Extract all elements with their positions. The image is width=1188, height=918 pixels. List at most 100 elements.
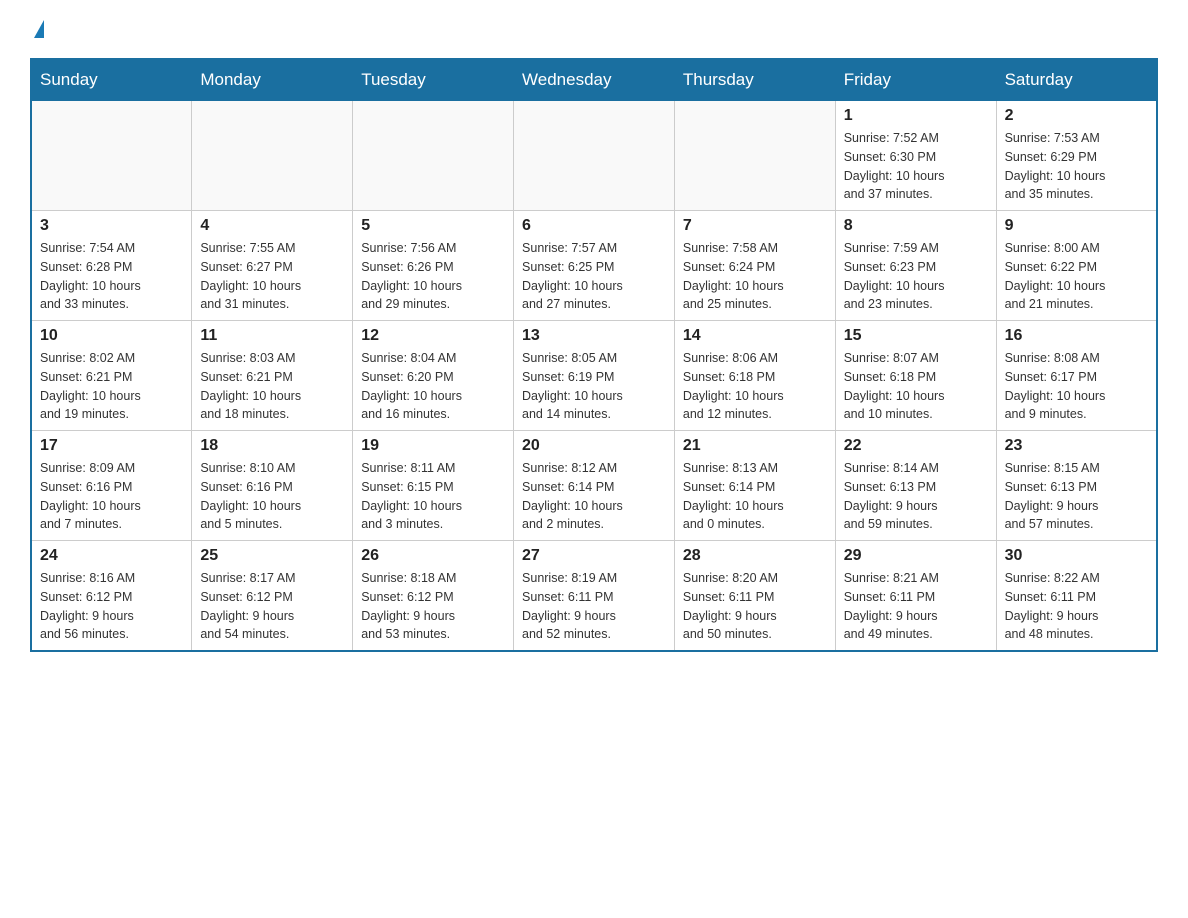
day-info: Sunrise: 7:58 AM Sunset: 6:24 PM Dayligh…: [683, 239, 827, 314]
day-number: 18: [200, 437, 344, 455]
calendar-cell: 25 Sunrise: 8:17 AM Sunset: 6:12 PM Dayli…: [192, 541, 353, 652]
day-number: 1: [844, 107, 988, 125]
calendar-cell: 29 Sunrise: 8:21 AM Sunset: 6:11 PM Dayli…: [835, 541, 996, 652]
day-number: 2: [1005, 107, 1148, 125]
day-info: Sunrise: 8:06 AM Sunset: 6:18 PM Dayligh…: [683, 349, 827, 424]
day-number: 5: [361, 217, 505, 235]
calendar-week-4: 17Sunrise: 8:09 AM Sunset: 6:16 PM Dayli…: [31, 431, 1157, 541]
day-number: 21: [683, 437, 827, 455]
day-number: 9: [1005, 217, 1148, 235]
page-header: [30, 20, 1158, 38]
day-number: 24: [40, 547, 183, 565]
calendar-cell: [31, 101, 192, 211]
day-info: Sunrise: 8:15 AM Sunset: 6:13 PM Dayligh…: [1005, 459, 1148, 534]
day-number: 10: [40, 327, 183, 345]
calendar-cell: 2 Sunrise: 7:53 AM Sunset: 6:29 PM Daylig…: [996, 101, 1157, 211]
day-number: 8: [844, 217, 988, 235]
weekday-header-friday: Friday: [835, 59, 996, 101]
day-info: Sunrise: 8:02 AM Sunset: 6:21 PM Dayligh…: [40, 349, 183, 424]
calendar-cell: 5 Sunrise: 7:56 AM Sunset: 6:26 PM Daylig…: [353, 211, 514, 321]
day-info: Sunrise: 7:56 AM Sunset: 6:26 PM Dayligh…: [361, 239, 505, 314]
day-number: 28: [683, 547, 827, 565]
day-info: Sunrise: 8:11 AM Sunset: 6:15 PM Dayligh…: [361, 459, 505, 534]
calendar-week-3: 10 Sunrise: 8:02 AM Sunset: 6:21 PM Dayli…: [31, 321, 1157, 431]
calendar-cell: 7 Sunrise: 7:58 AM Sunset: 6:24 PM Daylig…: [674, 211, 835, 321]
day-info: Sunrise: 8:03 AM Sunset: 6:21 PM Dayligh…: [200, 349, 344, 424]
day-number: 30: [1005, 547, 1148, 565]
day-info: Sunrise: 8:16 AM Sunset: 6:12 PM Dayligh…: [40, 569, 183, 644]
day-info: Sunrise: 8:22 AM Sunset: 6:11 PM Dayligh…: [1005, 569, 1148, 644]
calendar-cell: [674, 101, 835, 211]
day-info: Sunrise: 8:14 AM Sunset: 6:13 PM Dayligh…: [844, 459, 988, 534]
day-number: 17: [40, 437, 183, 455]
day-number: 7: [683, 217, 827, 235]
day-info: Sunrise: 8:10 AM Sunset: 6:16 PM Dayligh…: [200, 459, 344, 534]
day-number: 4: [200, 217, 344, 235]
calendar-week-5: 24 Sunrise: 8:16 AM Sunset: 6:12 PM Dayli…: [31, 541, 1157, 652]
day-info: Sunrise: 8:00 AM Sunset: 6:22 PM Dayligh…: [1005, 239, 1148, 314]
day-info: Sunrise: 7:57 AM Sunset: 6:25 PM Dayligh…: [522, 239, 666, 314]
day-number: 12: [361, 327, 505, 345]
calendar-cell: 28 Sunrise: 8:20 AM Sunset: 6:11 PM Dayli…: [674, 541, 835, 652]
day-number: 13: [522, 327, 666, 345]
calendar-cell: 22 Sunrise: 8:14 AM Sunset: 6:13 PM Dayli…: [835, 431, 996, 541]
calendar-cell: 30 Sunrise: 8:22 AM Sunset: 6:11 PM Dayli…: [996, 541, 1157, 652]
weekday-header-thursday: Thursday: [674, 59, 835, 101]
calendar-cell: 15 Sunrise: 8:07 AM Sunset: 6:18 PM Dayli…: [835, 321, 996, 431]
day-info: Sunrise: 8:20 AM Sunset: 6:11 PM Dayligh…: [683, 569, 827, 644]
calendar-cell: 24 Sunrise: 8:16 AM Sunset: 6:12 PM Dayli…: [31, 541, 192, 652]
weekday-header-monday: Monday: [192, 59, 353, 101]
calendar-cell: 3 Sunrise: 7:54 AM Sunset: 6:28 PM Daylig…: [31, 211, 192, 321]
day-info: Sunrise: 8:07 AM Sunset: 6:18 PM Dayligh…: [844, 349, 988, 424]
day-info: Sunrise: 7:59 AM Sunset: 6:23 PM Dayligh…: [844, 239, 988, 314]
day-info: Sunrise: 7:52 AM Sunset: 6:30 PM Dayligh…: [844, 129, 988, 204]
day-number: 25: [200, 547, 344, 565]
day-number: 11: [200, 327, 344, 345]
calendar-cell: [514, 101, 675, 211]
day-info: Sunrise: 7:54 AM Sunset: 6:28 PM Dayligh…: [40, 239, 183, 314]
calendar-cell: [353, 101, 514, 211]
day-info: Sunrise: 8:05 AM Sunset: 6:19 PM Dayligh…: [522, 349, 666, 424]
calendar-cell: 14 Sunrise: 8:06 AM Sunset: 6:18 PM Dayli…: [674, 321, 835, 431]
day-number: 15: [844, 327, 988, 345]
day-info: Sunrise: 7:53 AM Sunset: 6:29 PM Dayligh…: [1005, 129, 1148, 204]
day-number: 19: [361, 437, 505, 455]
calendar-cell: 1 Sunrise: 7:52 AM Sunset: 6:30 PM Daylig…: [835, 101, 996, 211]
day-number: 27: [522, 547, 666, 565]
calendar-cell: 19 Sunrise: 8:11 AM Sunset: 6:15 PM Dayli…: [353, 431, 514, 541]
calendar-cell: 6 Sunrise: 7:57 AM Sunset: 6:25 PM Daylig…: [514, 211, 675, 321]
calendar-cell: 23 Sunrise: 8:15 AM Sunset: 6:13 PM Dayli…: [996, 431, 1157, 541]
day-number: 29: [844, 547, 988, 565]
day-info: Sunrise: 8:19 AM Sunset: 6:11 PM Dayligh…: [522, 569, 666, 644]
calendar-cell: 8 Sunrise: 7:59 AM Sunset: 6:23 PM Daylig…: [835, 211, 996, 321]
day-info: Sunrise: 8:18 AM Sunset: 6:12 PM Dayligh…: [361, 569, 505, 644]
logo: [30, 20, 44, 38]
day-number: 3: [40, 217, 183, 235]
logo-triangle-icon: [34, 20, 44, 38]
calendar-cell: 11 Sunrise: 8:03 AM Sunset: 6:21 PM Dayli…: [192, 321, 353, 431]
weekday-header-sunday: Sunday: [31, 59, 192, 101]
calendar-cell: 16Sunrise: 8:08 AM Sunset: 6:17 PM Dayli…: [996, 321, 1157, 431]
day-number: 6: [522, 217, 666, 235]
weekday-header-saturday: Saturday: [996, 59, 1157, 101]
calendar-cell: 10 Sunrise: 8:02 AM Sunset: 6:21 PM Dayli…: [31, 321, 192, 431]
day-number: 14: [683, 327, 827, 345]
day-info: Sunrise: 8:17 AM Sunset: 6:12 PM Dayligh…: [200, 569, 344, 644]
calendar-cell: 9 Sunrise: 8:00 AM Sunset: 6:22 PM Daylig…: [996, 211, 1157, 321]
calendar-cell: 26 Sunrise: 8:18 AM Sunset: 6:12 PM Dayli…: [353, 541, 514, 652]
calendar-cell: 18 Sunrise: 8:10 AM Sunset: 6:16 PM Dayli…: [192, 431, 353, 541]
calendar-cell: 27 Sunrise: 8:19 AM Sunset: 6:11 PM Dayli…: [514, 541, 675, 652]
day-info: Sunrise: 8:21 AM Sunset: 6:11 PM Dayligh…: [844, 569, 988, 644]
day-info: Sunrise: 8:04 AM Sunset: 6:20 PM Dayligh…: [361, 349, 505, 424]
day-info: Sunrise: 7:55 AM Sunset: 6:27 PM Dayligh…: [200, 239, 344, 314]
day-number: 23: [1005, 437, 1148, 455]
calendar-cell: 13 Sunrise: 8:05 AM Sunset: 6:19 PM Dayli…: [514, 321, 675, 431]
calendar-week-1: 1 Sunrise: 7:52 AM Sunset: 6:30 PM Daylig…: [31, 101, 1157, 211]
calendar-cell: [192, 101, 353, 211]
calendar-cell: 12 Sunrise: 8:04 AM Sunset: 6:20 PM Dayli…: [353, 321, 514, 431]
calendar-week-2: 3 Sunrise: 7:54 AM Sunset: 6:28 PM Daylig…: [31, 211, 1157, 321]
day-number: 22: [844, 437, 988, 455]
day-number: 26: [361, 547, 505, 565]
weekday-header-wednesday: Wednesday: [514, 59, 675, 101]
calendar-cell: 20Sunrise: 8:12 AM Sunset: 6:14 PM Dayli…: [514, 431, 675, 541]
